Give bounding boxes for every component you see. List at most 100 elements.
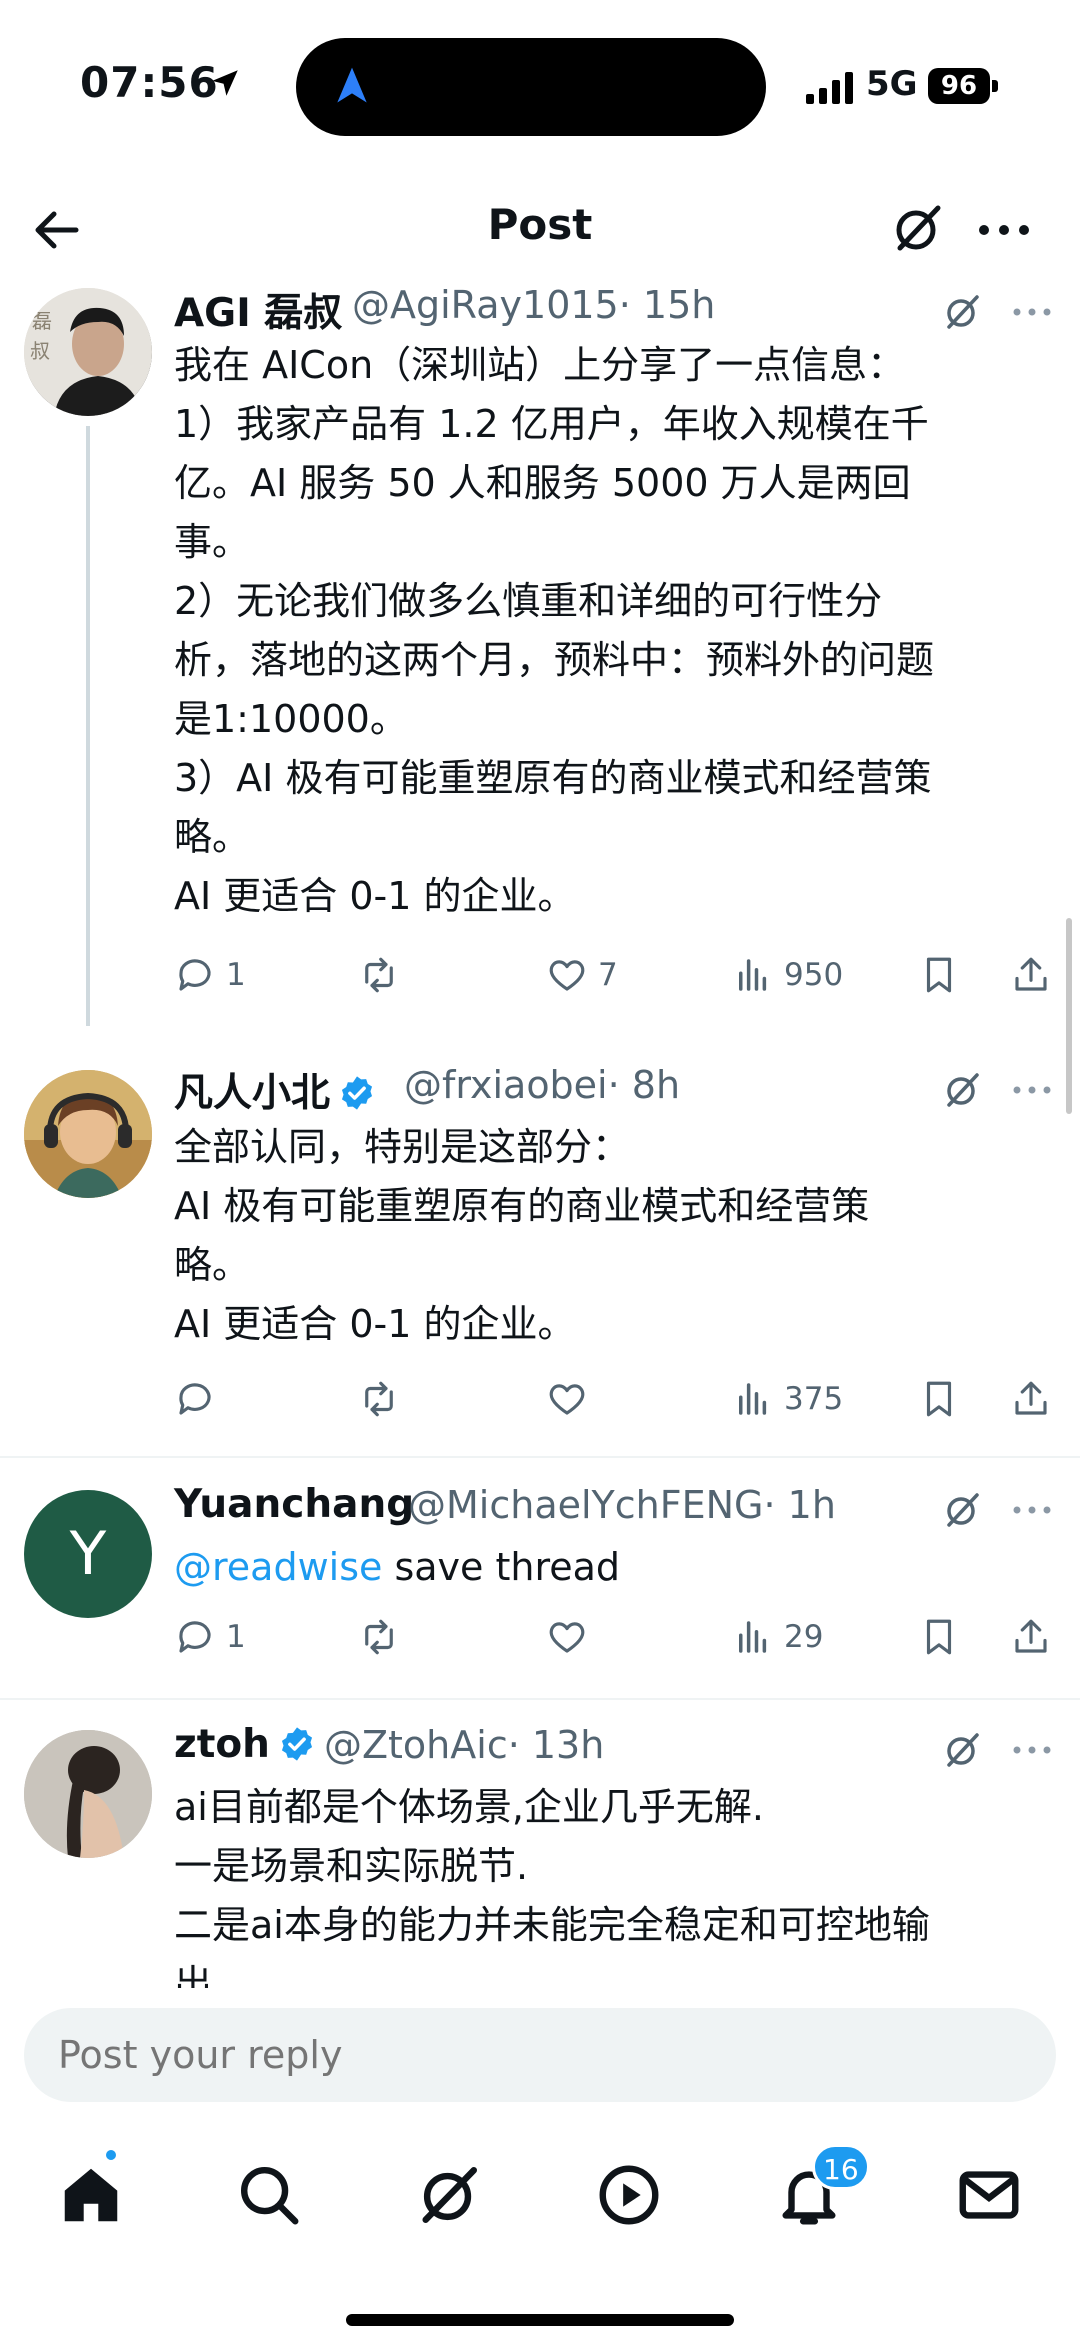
- tweet-text: 我在 AICon（深圳站）上分享了一点信息： 1）我家产品有 1.2 亿用户，年…: [174, 336, 1054, 926]
- author-name[interactable]: AGI 磊叔: [174, 282, 342, 338]
- svg-text:磊: 磊: [32, 309, 52, 333]
- grok-icon[interactable]: [414, 2160, 484, 2230]
- avatar[interactable]: 磊 叔: [24, 288, 152, 416]
- tweet-main[interactable]: 磊 叔 AGI 磊叔 @AgiRay1015· 15h 我在 AICon（深圳站…: [0, 280, 1080, 1040]
- bookmark-icon: [926, 957, 952, 993]
- like-button[interactable]: [546, 1374, 588, 1424]
- tweet-reply[interactable]: Y Yuanchang @MichaelYchFENG· 1h @readwis…: [0, 1458, 1080, 1698]
- avatar[interactable]: [24, 1070, 152, 1198]
- avatar-illustration: [24, 1070, 152, 1198]
- reply-button[interactable]: 1: [174, 950, 246, 1000]
- grok-icon[interactable]: [940, 1068, 984, 1112]
- handle-text: @ZtohAic: [324, 1723, 508, 1767]
- text-line: 出: [174, 1962, 213, 1988]
- post-time: · 1h: [763, 1483, 836, 1527]
- grok-icon[interactable]: [888, 198, 948, 258]
- tweet-reply[interactable]: ztoh @ZtohAic· 13h ai目前都是个体场景,企业几乎无解. 一是…: [0, 1700, 1080, 1988]
- location-arrow-icon: [212, 70, 238, 96]
- action-bar: 1 29: [174, 1612, 1054, 1662]
- reply-input[interactable]: [24, 2008, 1056, 2102]
- author-handle[interactable]: @AgiRay1015· 15h: [352, 283, 715, 327]
- like-button[interactable]: 7: [546, 950, 618, 1000]
- more-icon[interactable]: [1012, 1740, 1052, 1760]
- scrollbar[interactable]: [1066, 918, 1072, 1114]
- home-icon[interactable]: [56, 2160, 126, 2230]
- like-icon: [549, 1622, 585, 1653]
- more-icon[interactable]: [1012, 1500, 1052, 1520]
- tweet-reply[interactable]: 凡人小北 @frxiaobei· 8h 全部认同，特别是这部分： AI 极有可能…: [0, 1040, 1080, 1458]
- text-line: 1）我家产品有 1.2 亿用户，年收入规模在千: [174, 402, 929, 446]
- svg-text:叔: 叔: [30, 339, 50, 363]
- post-time: · 13h: [507, 1723, 605, 1767]
- tweet-text: 全部认同，特别是这部分： AI 极有可能重塑原有的商业模式和经营策 略。 AI …: [174, 1118, 1054, 1354]
- mention-link[interactable]: @readwise: [174, 1545, 382, 1589]
- like-icon: [549, 960, 585, 991]
- avatar[interactable]: [24, 1730, 152, 1858]
- more-icon[interactable]: [1012, 1080, 1052, 1100]
- avatar-photo: [24, 1730, 152, 1858]
- share-button[interactable]: [1010, 1612, 1052, 1662]
- views-button[interactable]: 29: [732, 1612, 823, 1662]
- battery-tip: [992, 80, 998, 92]
- text-line: 我在 AICon（深圳站）上分享了一点信息：: [174, 343, 906, 387]
- author-handle[interactable]: @frxiaobei· 8h: [404, 1063, 680, 1107]
- author-name[interactable]: 凡人小北: [174, 1062, 376, 1118]
- handle-text: @frxiaobei: [404, 1063, 608, 1107]
- bookmark-icon: [926, 1619, 952, 1655]
- like-button[interactable]: [546, 1612, 588, 1662]
- verified-icon: [341, 1076, 373, 1110]
- repost-button[interactable]: [358, 1612, 400, 1662]
- post-time: · 15h: [618, 283, 716, 327]
- avatar-photo: 磊 叔: [24, 288, 152, 416]
- mail-icon[interactable]: [954, 2160, 1024, 2230]
- handle-text: @MichaelYchFENG: [408, 1483, 764, 1527]
- reply-button[interactable]: [174, 1374, 216, 1424]
- text-line: 略。: [174, 1243, 251, 1287]
- bookmark-button[interactable]: [918, 950, 960, 1000]
- text-line: 二是ai本身的能力并未能完全稳定和可控地输: [174, 1903, 930, 1947]
- reply-icon: [179, 959, 211, 991]
- verified-icon: [281, 1727, 312, 1761]
- handle-text: @AgiRay1015: [352, 283, 619, 327]
- play-icon[interactable]: [594, 2160, 664, 2230]
- action-bar: 1 7 950: [174, 950, 1054, 1000]
- text-line: 一是场景和实际脱节.: [174, 1844, 529, 1888]
- reply-icon: [179, 1621, 211, 1653]
- views-button[interactable]: 950: [732, 950, 843, 1000]
- text-line: 析，落地的这两个月，预料中：预料外的问题: [174, 638, 935, 682]
- avatar[interactable]: Y: [24, 1490, 152, 1618]
- signal-icon: [806, 72, 853, 104]
- bookmark-button[interactable]: [918, 1374, 960, 1424]
- grok-icon[interactable]: [940, 1488, 984, 1532]
- bookmark-button[interactable]: [918, 1612, 960, 1662]
- share-button[interactable]: [1010, 950, 1052, 1000]
- share-button[interactable]: [1010, 1374, 1052, 1424]
- author-name[interactable]: Yuanchang: [174, 1482, 414, 1527]
- repost-icon: [365, 1381, 393, 1417]
- home-indicator: [346, 2314, 734, 2326]
- grok-icon[interactable]: [940, 290, 984, 334]
- status-time: 07:56: [80, 58, 219, 107]
- reply-icon: [179, 1383, 211, 1415]
- more-icon[interactable]: [976, 210, 1032, 250]
- share-icon: [1015, 1381, 1047, 1415]
- repost-button[interactable]: [358, 1374, 400, 1424]
- status-bar: 07:56 5G 96: [0, 0, 1080, 180]
- repost-button[interactable]: [358, 950, 400, 1000]
- reply-button[interactable]: 1: [174, 1612, 246, 1662]
- more-icon[interactable]: [1012, 302, 1052, 322]
- view-count: 950: [784, 957, 844, 993]
- name-text: 凡人小北: [174, 1071, 331, 1116]
- grok-icon[interactable]: [940, 1728, 984, 1772]
- notification-badge: 16: [812, 2144, 870, 2190]
- author-handle[interactable]: @ZtohAic· 13h: [324, 1723, 604, 1767]
- action-bar: 375: [174, 1374, 1054, 1424]
- text-line: AI 极有可能重塑原有的商业模式和经营策: [174, 1184, 870, 1228]
- author-handle[interactable]: @MichaelYchFENG· 1h: [408, 1483, 836, 1527]
- author-name[interactable]: ztoh: [174, 1722, 316, 1767]
- reply-count: 1: [226, 1619, 246, 1655]
- like-icon: [549, 1384, 585, 1415]
- views-icon: [739, 1621, 767, 1653]
- search-icon[interactable]: [234, 2160, 304, 2230]
- views-button[interactable]: 375: [732, 1374, 843, 1424]
